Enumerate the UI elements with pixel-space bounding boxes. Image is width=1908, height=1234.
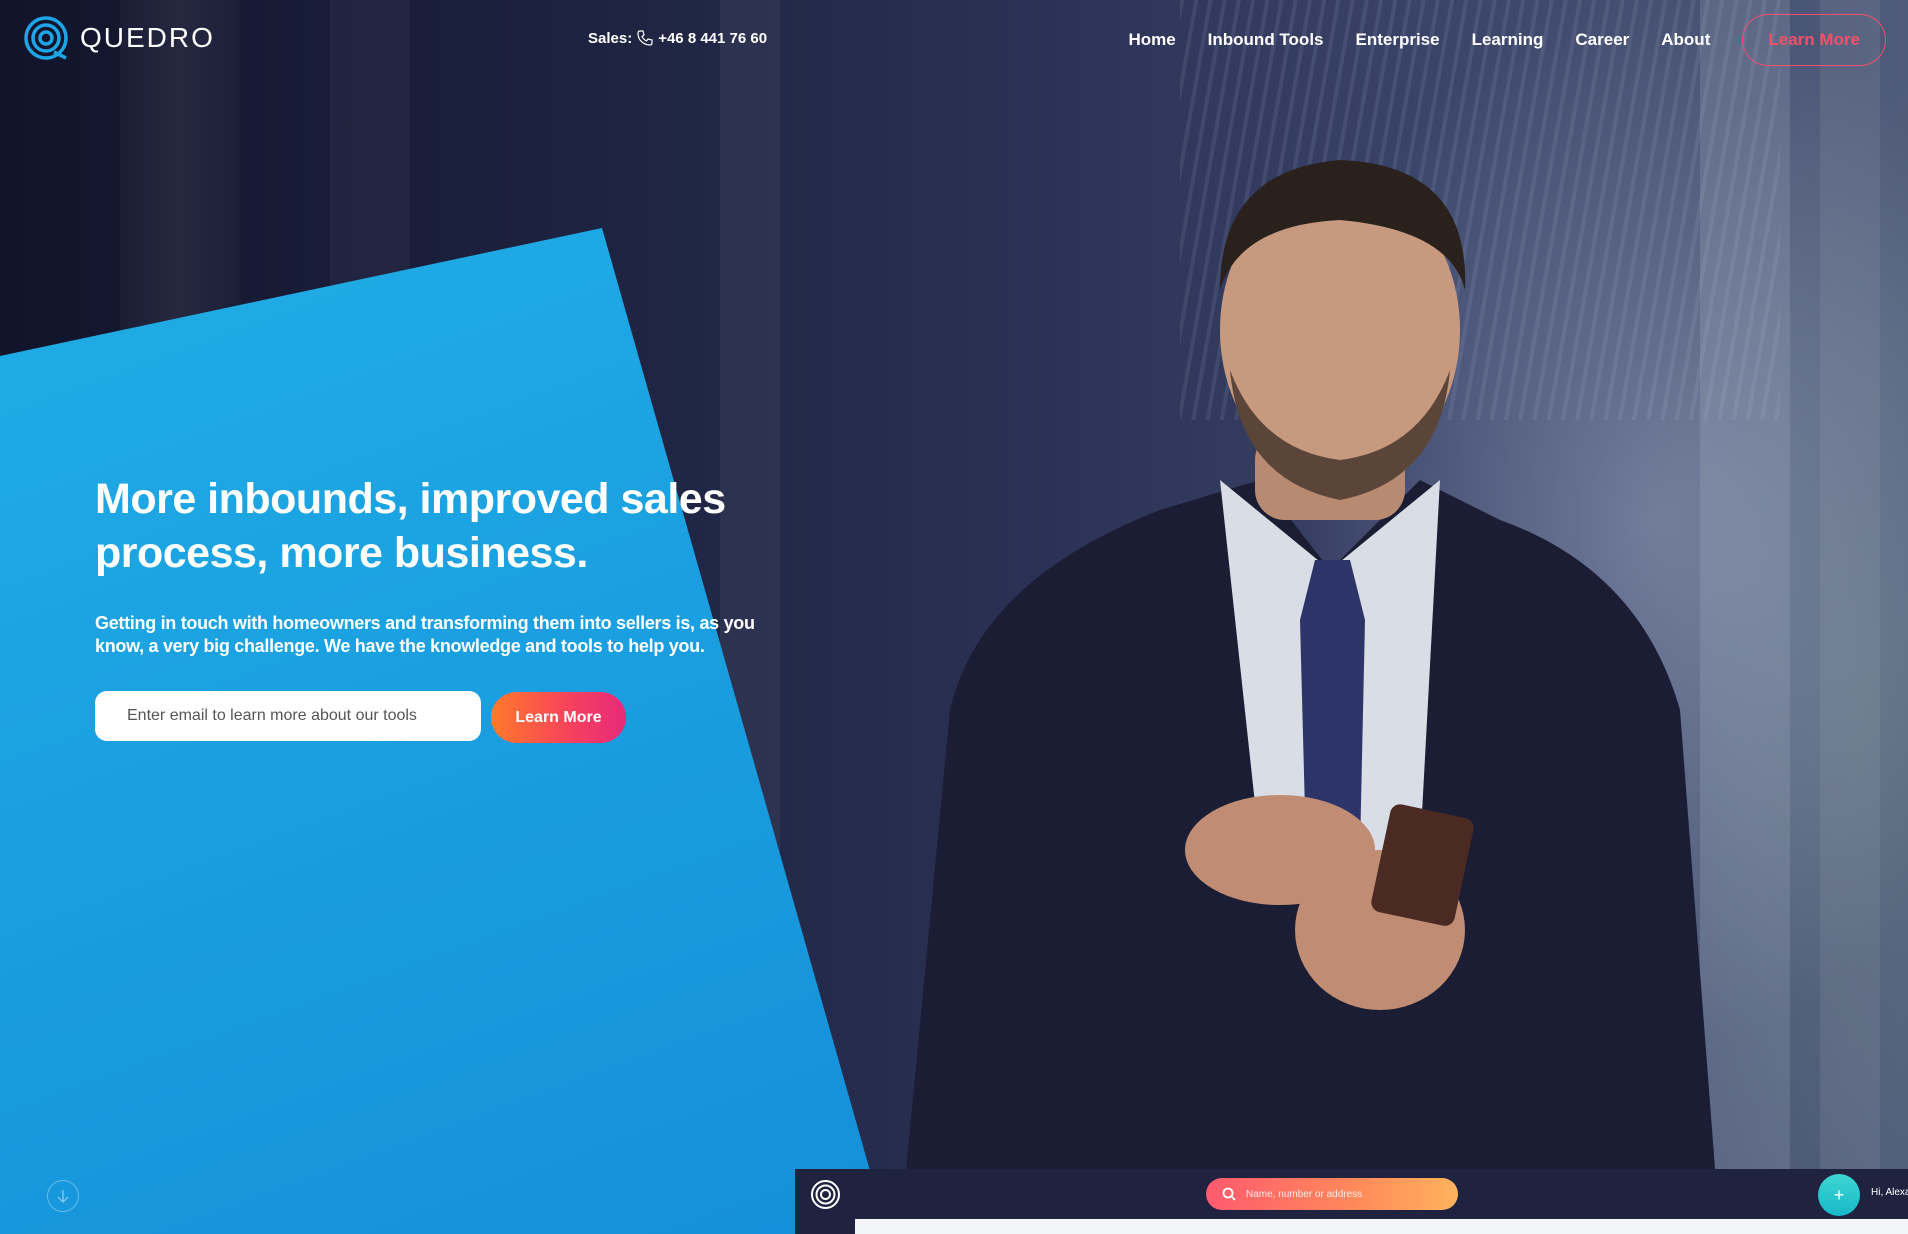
nav-item-enterprise[interactable]: Enterprise (1356, 30, 1440, 50)
brand-logo[interactable]: QUEDRO (24, 16, 215, 60)
phone-icon (637, 30, 653, 46)
hero-subtext: Getting in touch with homeowners and tra… (95, 613, 755, 656)
app-add-button[interactable]: + (1818, 1174, 1860, 1216)
nav-item-career[interactable]: Career (1575, 30, 1629, 50)
site-header: QUEDRO Sales: +46 8 441 76 60 Home Inbou… (0, 0, 1908, 80)
sales-label: Sales: (588, 29, 633, 47)
main-nav: Home Inbound Tools Enterprise Learning C… (1128, 14, 1886, 66)
app-search-placeholder: Name, number or address (1246, 1188, 1363, 1200)
brand-name: QUEDRO (80, 22, 215, 53)
arrow-down-icon (57, 1190, 69, 1203)
sales-contact[interactable]: Sales: +46 8 441 76 60 (588, 29, 767, 47)
plus-icon: + (1833, 1184, 1845, 1205)
app-greeting: Hi, Alexa (1871, 1187, 1908, 1198)
scroll-down-button[interactable] (47, 1180, 79, 1212)
landing-page: QUEDRO Sales: +46 8 441 76 60 Home Inbou… (0, 0, 1908, 1234)
header-learn-more-button[interactable]: Learn More (1742, 14, 1886, 66)
hero-learn-more-button[interactable]: Learn More (491, 692, 626, 743)
app-search-field[interactable]: Name, number or address (1206, 1178, 1458, 1210)
app-preview-bar: Name, number or address + Hi, Alexa (795, 1169, 1908, 1219)
nav-item-inbound-tools[interactable]: Inbound Tools (1208, 30, 1324, 50)
app-preview-content (855, 1219, 1908, 1234)
nav-item-learning[interactable]: Learning (1472, 30, 1544, 50)
hero-headline: More inbounds, improved sales process, m… (95, 475, 726, 577)
businessman-image (900, 160, 1720, 1234)
app-logo-icon (811, 1180, 840, 1209)
search-icon (1222, 1187, 1236, 1201)
quedro-logo-icon (24, 16, 68, 60)
sales-phone: +46 8 441 76 60 (658, 29, 768, 47)
email-input[interactable] (95, 691, 481, 741)
nav-item-about[interactable]: About (1661, 30, 1710, 50)
nav-item-home[interactable]: Home (1128, 30, 1175, 50)
